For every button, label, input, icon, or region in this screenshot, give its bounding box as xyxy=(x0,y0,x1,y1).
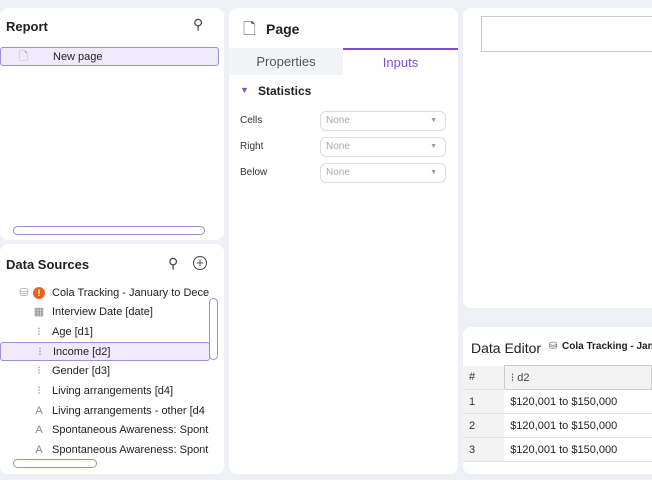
categorical-icon: ⁝ xyxy=(37,325,41,338)
chevron-down-icon: ▼ xyxy=(430,117,437,124)
collapse-triangle-icon[interactable]: ▼ xyxy=(240,85,249,95)
field-label: Below xyxy=(240,167,268,178)
dataset-label: Cola Tracking - January to Dece xyxy=(52,287,210,299)
cells-select[interactable]: None ▼ xyxy=(320,111,446,131)
calendar-icon: ▦ xyxy=(33,306,45,318)
data-source-label: Income [d2] xyxy=(53,346,111,359)
data-source-label: Living arrangements [d4] xyxy=(52,384,174,397)
cell-d2[interactable]: $120,001 to $150,000 xyxy=(504,437,652,462)
page-icon: 🗋 xyxy=(243,21,256,38)
tab-inputs[interactable]: Inputs xyxy=(343,48,458,75)
row-index: 1 xyxy=(463,389,505,414)
field-label: Cells xyxy=(240,115,263,126)
search-icon[interactable]: ⚲ xyxy=(193,16,203,33)
data-source-item[interactable]: A Spontaneous Awareness: Spont xyxy=(0,441,210,460)
table-row[interactable]: 3 $120,001 to $150,000 xyxy=(463,437,652,462)
select-value: None xyxy=(326,141,350,152)
categorical-icon: ⁝ xyxy=(38,346,42,359)
table-row[interactable]: 2 $120,001 to $150,000 xyxy=(463,413,652,438)
row-index: 3 xyxy=(463,437,505,462)
data-source-label: Spontaneous Awareness: Spont xyxy=(52,443,209,456)
horizontal-scrollbar[interactable] xyxy=(13,459,97,468)
report-panel: Report ⚲ 🗋 New page xyxy=(0,8,224,240)
data-source-label: Spontaneous Awareness: Spont xyxy=(52,424,209,437)
tab-properties[interactable]: Properties xyxy=(229,48,343,75)
data-sources-panel: Data Sources ⚲ + ⛁ ! Cola Tracking - Jan… xyxy=(0,244,224,474)
report-canvas[interactable] xyxy=(463,8,652,308)
column-header-d2[interactable]: ⁝ d2 xyxy=(503,365,652,390)
table-row[interactable]: 1 $120,001 to $150,000 xyxy=(463,389,652,414)
data-editor-dataset: Cola Tracking - Janu xyxy=(562,341,652,352)
page-item-new-page[interactable]: 🗋 New page xyxy=(0,47,219,66)
data-source-item[interactable]: A Living arrangements - other [d4 xyxy=(0,402,210,421)
data-editor-title: Data Editor xyxy=(471,340,542,356)
data-source-item[interactable]: ▦ Interview Date [date] xyxy=(0,303,210,322)
data-source-item[interactable]: ⁝ Gender [d3] xyxy=(0,362,210,381)
row-index: 2 xyxy=(463,413,505,438)
cell-d2[interactable]: $120,001 to $150,000 xyxy=(504,413,652,438)
database-icon: ⛁ xyxy=(19,287,29,299)
column-header-label: d2 xyxy=(517,372,530,384)
data-source-item[interactable]: ⁝ Living arrangements [d4] xyxy=(0,382,210,401)
data-source-label: Living arrangements - other [d4 xyxy=(52,404,205,417)
horizontal-scrollbar[interactable] xyxy=(13,226,205,235)
search-icon[interactable]: ⚲ xyxy=(168,255,178,272)
vertical-scrollbar[interactable] xyxy=(209,298,218,360)
data-table: # ⁝ d2 1 $120,001 to $150,000 2 $120,001 to… xyxy=(463,365,652,462)
page-icon: 🗋 xyxy=(19,51,28,63)
data-sources-title: Data Sources xyxy=(6,257,90,272)
database-icon: ⛁ xyxy=(549,341,558,352)
field-label: Right xyxy=(240,141,264,152)
data-source-label: Age [d1] xyxy=(52,325,93,338)
report-title: Report xyxy=(6,19,48,34)
chevron-down-icon: ▼ xyxy=(430,143,437,150)
chevron-down-icon: ▼ xyxy=(430,169,437,176)
select-value: None xyxy=(326,167,350,178)
page-label: New page xyxy=(53,51,103,63)
data-source-item[interactable]: ⁝ Age [d1] xyxy=(0,323,210,342)
categorical-icon: ⁝ xyxy=(37,365,41,378)
data-editor-panel: Data Editor ⛁ Cola Tracking - Janu # ⁝ d… xyxy=(463,327,652,474)
canvas-element[interactable] xyxy=(481,16,652,52)
text-icon: A xyxy=(35,443,43,456)
data-source-label: Interview Date [date] xyxy=(52,306,153,318)
text-icon: A xyxy=(35,404,43,417)
add-icon[interactable]: + xyxy=(193,256,207,270)
data-source-label: Gender [d3] xyxy=(52,365,111,378)
cell-d2[interactable]: $120,001 to $150,000 xyxy=(504,389,652,414)
page-title: Page xyxy=(266,21,300,37)
categorical-icon: ⁝ xyxy=(37,384,41,397)
column-header-index: # xyxy=(463,365,505,390)
section-statistics: Statistics xyxy=(258,84,312,98)
page-panel: 🗋 Page Properties Inputs ▼ Statistics Ce… xyxy=(229,8,458,474)
table-header-row: # ⁝ d2 xyxy=(463,365,652,390)
data-source-item[interactable]: A Spontaneous Awareness: Spont xyxy=(0,421,210,440)
select-value: None xyxy=(326,115,350,126)
right-select[interactable]: None ▼ xyxy=(320,137,446,157)
text-icon: A xyxy=(35,424,43,437)
warning-icon: ! xyxy=(33,287,45,299)
below-select[interactable]: None ▼ xyxy=(320,163,446,183)
data-source-item[interactable]: ⁝ Income [d2] xyxy=(0,342,210,362)
